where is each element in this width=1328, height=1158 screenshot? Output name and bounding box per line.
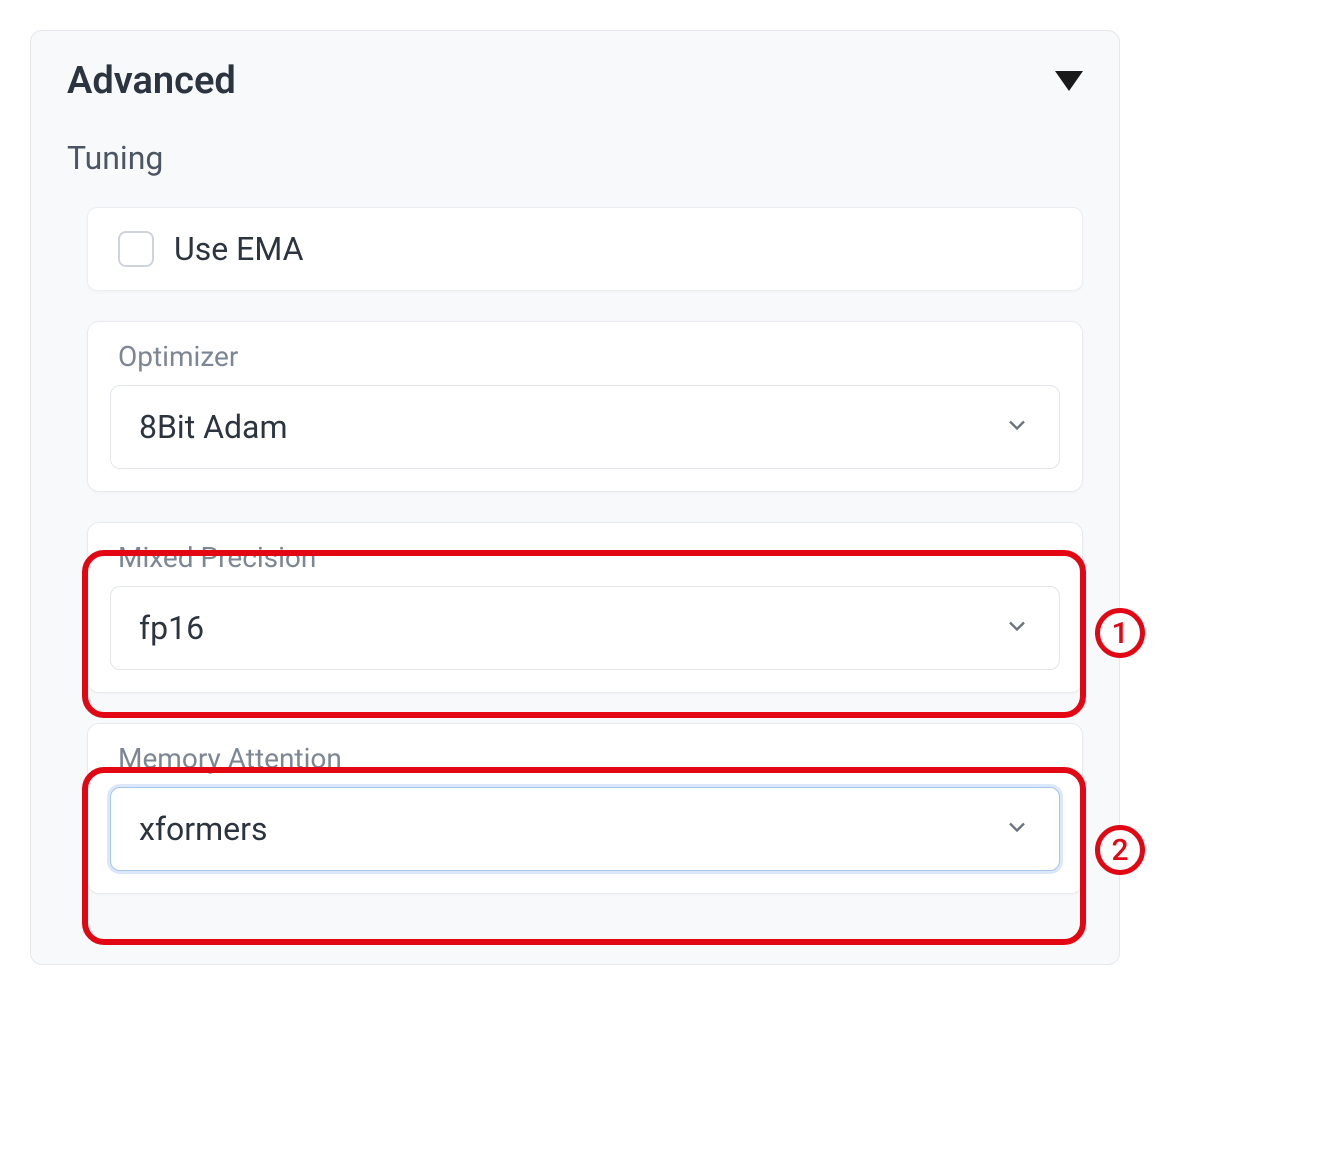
use-ema-row[interactable]: Use EMA bbox=[87, 207, 1083, 291]
chevron-down-icon bbox=[1003, 813, 1031, 846]
use-ema-checkbox[interactable] bbox=[118, 231, 154, 267]
panel-title: Advanced bbox=[67, 59, 236, 103]
memory-attention-select[interactable]: xformers bbox=[110, 787, 1060, 871]
use-ema-label: Use EMA bbox=[174, 230, 303, 268]
mixed-precision-select[interactable]: fp16 bbox=[110, 586, 1060, 670]
annotation-callout-2: 2 bbox=[1095, 825, 1145, 875]
memory-attention-label: Memory Attention bbox=[110, 742, 1060, 775]
mixed-precision-group: Mixed Precision fp16 bbox=[87, 522, 1083, 693]
memory-attention-value: xformers bbox=[139, 810, 267, 848]
chevron-down-icon bbox=[1003, 612, 1031, 645]
optimizer-label: Optimizer bbox=[110, 340, 1060, 373]
advanced-panel: Advanced Tuning Use EMA Optimizer 8Bit A… bbox=[30, 30, 1120, 965]
memory-attention-group: Memory Attention xformers bbox=[87, 723, 1083, 894]
advanced-panel-header[interactable]: Advanced bbox=[67, 59, 1083, 103]
mixed-precision-value: fp16 bbox=[139, 609, 204, 647]
mixed-precision-label: Mixed Precision bbox=[110, 541, 1060, 574]
annotation-callout-1: 1 bbox=[1095, 608, 1145, 658]
optimizer-value: 8Bit Adam bbox=[139, 408, 288, 446]
collapse-down-icon bbox=[1055, 71, 1083, 91]
optimizer-group: Optimizer 8Bit Adam bbox=[87, 321, 1083, 492]
tuning-subsection-title: Tuning bbox=[67, 139, 1083, 177]
optimizer-select[interactable]: 8Bit Adam bbox=[110, 385, 1060, 469]
chevron-down-icon bbox=[1003, 411, 1031, 444]
